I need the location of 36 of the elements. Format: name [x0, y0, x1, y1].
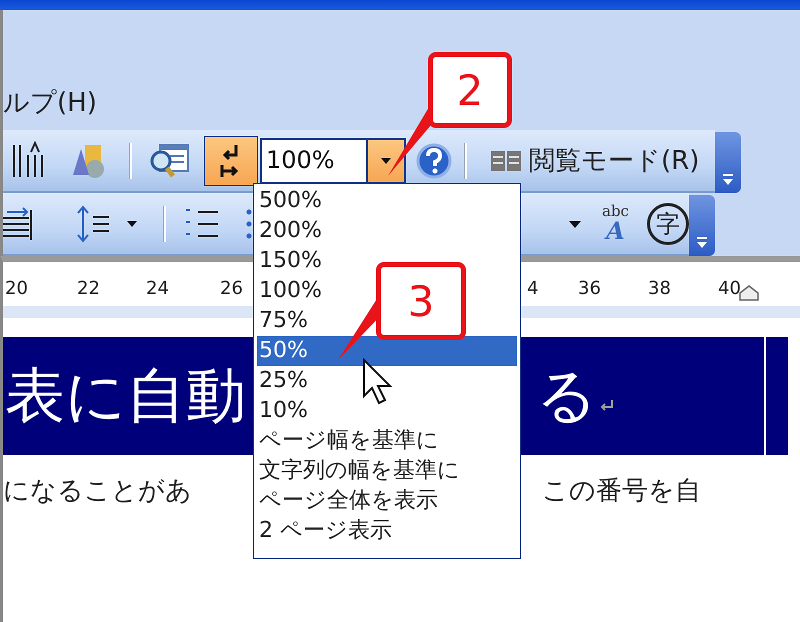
ruler-number: 20: [5, 278, 28, 299]
ruler-number: 40: [718, 278, 741, 299]
step-number-callout: 3: [376, 262, 466, 340]
zoom-option[interactable]: 150%: [257, 246, 322, 276]
menu-item[interactable]: ルプ(H): [3, 85, 97, 120]
help-icon[interactable]: [416, 142, 452, 178]
zoom-option[interactable]: 100%: [257, 276, 322, 306]
indent-icon[interactable]: [3, 206, 33, 242]
zoom-option[interactable]: 10%: [257, 396, 308, 426]
toolbar-options-icon[interactable]: [689, 195, 715, 256]
zoom-option[interactable]: 500%: [257, 186, 322, 216]
ruler-number: 38: [648, 278, 671, 299]
zoom-option[interactable]: 2 ページ表示: [257, 516, 392, 546]
zoom-option[interactable]: ページ幅を基準に: [257, 426, 439, 456]
ruler-number: 24: [146, 278, 169, 299]
show-marks-button[interactable]: [204, 136, 258, 186]
ruler-number: 36: [578, 278, 601, 299]
zoom-option[interactable]: 25%: [257, 366, 308, 396]
text-style-icon[interactable]: abc A: [602, 204, 629, 243]
step-number-callout: 2: [428, 52, 512, 128]
heading-text: 表に自動: [5, 360, 246, 432]
caret-icon[interactable]: [568, 218, 582, 228]
zoom-option[interactable]: 200%: [257, 216, 322, 246]
zoom-option[interactable]: 50%: [257, 336, 517, 366]
ruler-number: 26: [220, 278, 243, 299]
ruler-number: 22: [77, 278, 100, 299]
body-text: この番号を自: [542, 475, 701, 508]
toolbar-options-icon[interactable]: [715, 132, 741, 193]
body-text: になることがあ: [3, 475, 192, 508]
zoom-option[interactable]: 文字列の幅を基準に: [257, 456, 460, 486]
zoom-combo-box[interactable]: 100%: [260, 138, 406, 184]
zoom-option[interactable]: ページ全体を表示: [257, 486, 438, 516]
indent-marker-icon[interactable]: [738, 284, 760, 302]
zoom-option[interactable]: 75%: [257, 306, 308, 336]
heading-text: る: [536, 360, 597, 432]
ruler-number: 4: [527, 278, 538, 299]
